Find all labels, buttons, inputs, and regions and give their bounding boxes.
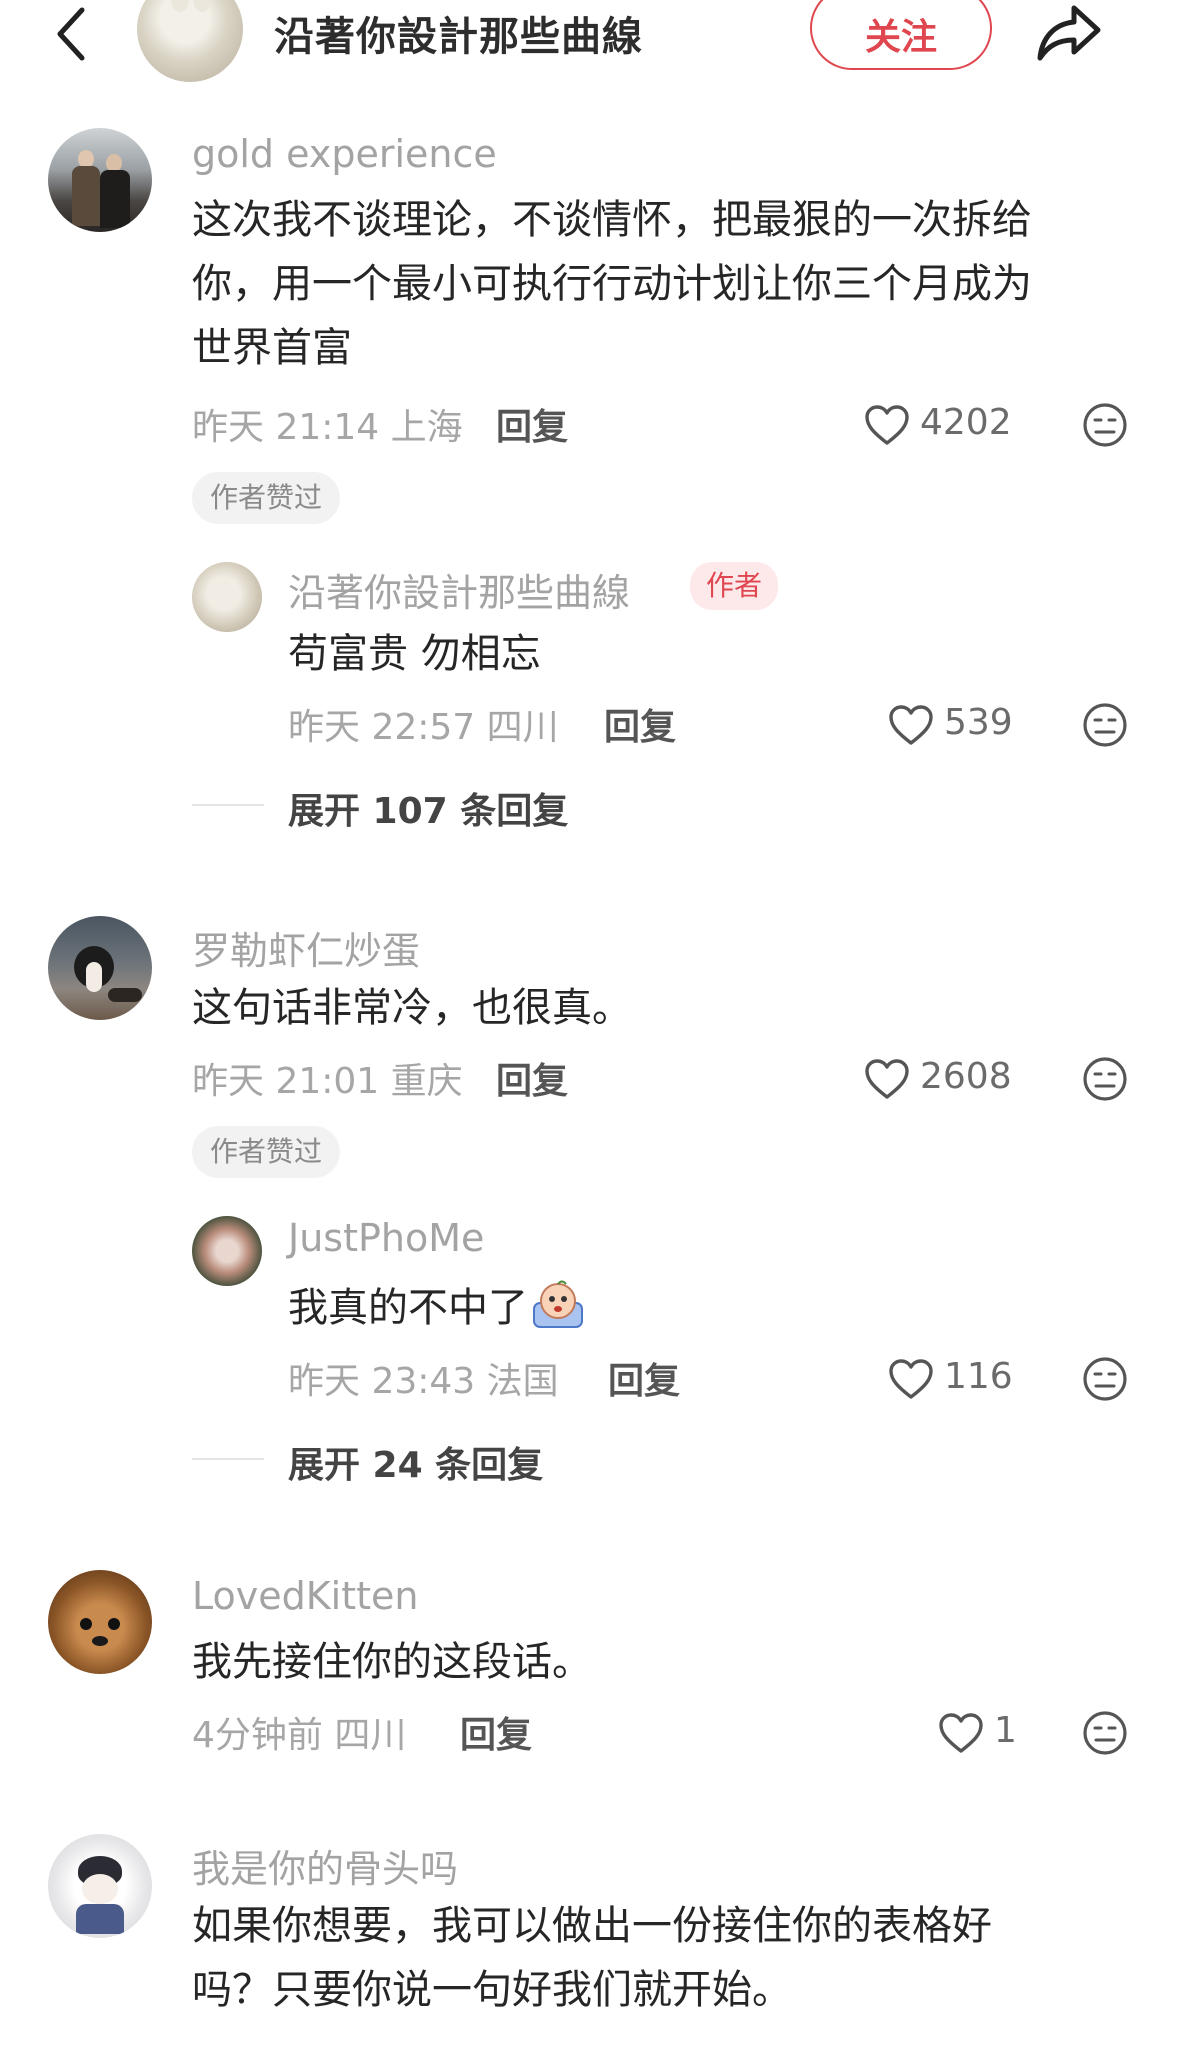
author-avatar[interactable] [137, 0, 243, 82]
username[interactable]: 我是你的骨头吗 [192, 1838, 458, 1893]
comment-text-line: 世界首富 [192, 325, 352, 371]
comment-text-line: 这次我不谈理论，不谈情怀，把最狠的一次拆给 [192, 197, 1032, 243]
dislike-face-icon[interactable] [1082, 402, 1128, 448]
heart-icon[interactable] [888, 704, 934, 746]
heart-icon[interactable] [864, 404, 910, 446]
expand-replies-button[interactable]: 展开 107 条回复 [288, 782, 568, 834]
heart-icon[interactable] [888, 1358, 934, 1400]
reply-avatar[interactable] [192, 1216, 262, 1286]
expand-replies-button[interactable]: 展开 24 条回复 [288, 1436, 543, 1488]
author-tag: 作者 [690, 562, 779, 610]
comment-meta: 4分钟前 四川 [192, 1715, 407, 1756]
comment-meta: 昨天 21:14 上海 [192, 407, 463, 448]
reply-button[interactable]: 回复 [496, 1052, 568, 1104]
back-arrow-icon[interactable] [50, 4, 94, 64]
reply-text: 我真的不中了 [288, 1276, 584, 1340]
like-count: 1 [994, 1710, 1017, 1751]
user-avatar[interactable] [48, 1570, 152, 1674]
heart-icon[interactable] [864, 1058, 910, 1100]
like-count: 2608 [920, 1056, 1012, 1097]
reply-text: 苟富贵 勿相忘 [288, 631, 541, 677]
share-icon[interactable] [1034, 2, 1104, 64]
reply-meta: 昨天 23:43 法国 [288, 1361, 559, 1402]
comment-text-line: 吗？只要你说一句好我们就开始。 [192, 1967, 792, 2013]
expand-divider [192, 1458, 264, 1460]
author-liked-badge: 作者赞过 [192, 472, 341, 524]
reply-username[interactable]: 沿著你設計那些曲線 [288, 562, 630, 617]
comment-text-line: 这句话非常冷，也很真。 [192, 985, 632, 1031]
comment-text-line: 你，用一个最小可执行行动计划让你三个月成为 [192, 261, 1032, 307]
reply-button[interactable]: 回复 [496, 398, 568, 450]
dislike-face-icon[interactable] [1082, 1710, 1128, 1756]
page-title: 沿著你設計那些曲線 [274, 14, 643, 60]
reply-button[interactable]: 回复 [460, 1706, 532, 1758]
heart-icon[interactable] [938, 1712, 984, 1754]
user-avatar[interactable] [48, 1834, 152, 1938]
comment-meta: 昨天 21:01 重庆 [192, 1061, 463, 1102]
comment-text-line: 如果你想要，我可以做出一份接住你的表格好 [192, 1903, 992, 1949]
user-avatar[interactable] [48, 916, 152, 1020]
username[interactable]: 罗勒虾仁炒蛋 [192, 920, 420, 975]
comment-text-line: 我先接住你的这段话。 [192, 1639, 592, 1685]
dislike-face-icon[interactable] [1082, 702, 1128, 748]
user-avatar[interactable] [48, 128, 152, 232]
like-count: 539 [944, 702, 1013, 743]
reply-username[interactable]: JustPhoMe [288, 1216, 484, 1260]
reply-avatar[interactable] [192, 562, 262, 632]
like-count: 4202 [920, 402, 1012, 443]
reply-text-content: 我真的不中了 [288, 1285, 528, 1331]
username[interactable]: gold experience [192, 132, 497, 176]
username[interactable]: LovedKitten [192, 1574, 418, 1618]
crying-face-emoji-icon [533, 1280, 583, 1328]
dislike-face-icon[interactable] [1082, 1056, 1128, 1102]
like-count: 116 [944, 1356, 1013, 1397]
dislike-face-icon[interactable] [1082, 1356, 1128, 1402]
reply-button[interactable]: 回复 [604, 698, 676, 750]
expand-divider [192, 804, 264, 806]
reply-meta: 昨天 22:57 四川 [288, 707, 559, 748]
top-bar: 沿著你設計那些曲線 关注 [0, 0, 1179, 82]
reply-button[interactable]: 回复 [608, 1352, 680, 1404]
author-liked-badge: 作者赞过 [192, 1126, 341, 1178]
follow-button[interactable]: 关注 [810, 0, 992, 70]
